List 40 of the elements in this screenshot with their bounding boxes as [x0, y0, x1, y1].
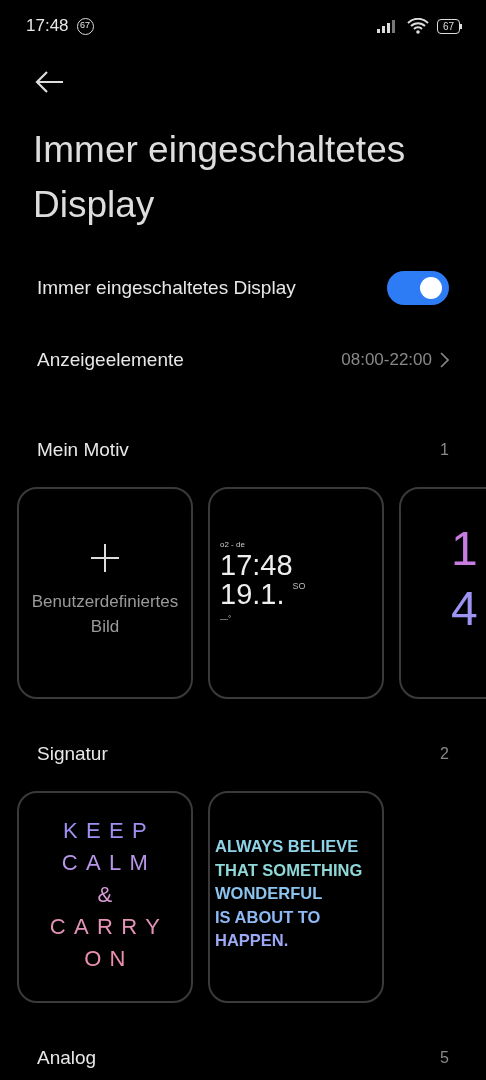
status-time: 17:48 — [26, 15, 69, 38]
section-title: Signatur — [37, 741, 108, 766]
theme-card[interactable]: KEEP CALM & CARRY ON — [17, 791, 193, 1003]
theme-card[interactable]: ALWAYS BELIEVE THAT SOMETHING WONDERFUL IS ABOUT TO HAPPEN. — [208, 791, 384, 1003]
signature-line: ON — [83, 945, 135, 973]
signature-line: CARRY — [48, 913, 170, 941]
item-count: 1 — [440, 440, 449, 460]
date-line: o2 - de — [220, 539, 246, 551]
signature-line: HAPPEN. — [215, 930, 290, 951]
plus-icon — [90, 543, 120, 573]
theme-card[interactable]: o2 - de 17:48 19.1. SO —° — [208, 487, 384, 699]
item-count: 2 — [440, 744, 449, 764]
signature-line: ALWAYS BELIEVE — [215, 836, 360, 857]
signature-line: KEEP — [61, 817, 157, 845]
weekday: SO — [292, 580, 306, 593]
section-title: Analog — [37, 1045, 97, 1070]
wifi-icon — [406, 18, 429, 34]
clock-digit: 4 — [451, 581, 479, 637]
clock-time: 17:48 — [220, 551, 294, 580]
card-label: Benutzerdefiniertes Bild — [30, 591, 180, 638]
signature-line: CALM — [60, 849, 158, 877]
item-count: 5 — [440, 1048, 449, 1068]
battery-icon: 67 — [436, 18, 462, 34]
back-icon[interactable] — [34, 70, 64, 94]
setting-label: Immer eingeschaltetes Display — [37, 275, 296, 300]
theme-card[interactable]: 1 4 — [399, 487, 486, 699]
section-title: Mein Motiv — [37, 437, 129, 462]
setting-value: 08:00-22:00 — [341, 349, 432, 372]
clock-date: 19.1. — [220, 580, 285, 609]
temperature: —° — [220, 613, 233, 625]
chevron-right-icon[interactable] — [440, 352, 449, 368]
theme-card[interactable]: Benutzerdefiniertes Bild — [17, 487, 193, 699]
setting-label: Anzeigeelemente — [37, 347, 184, 372]
signature-line: IS ABOUT TO — [215, 906, 322, 928]
clock-digit: 1 — [451, 521, 479, 577]
signature-line: & — [96, 881, 122, 909]
toggle-switch[interactable] — [387, 271, 449, 305]
signature-line: WONDERFUL — [215, 883, 324, 904]
page-title: Immer eingeschaltetes Display — [32, 128, 407, 227]
signature-line: THAT SOMETHING — [215, 859, 364, 881]
